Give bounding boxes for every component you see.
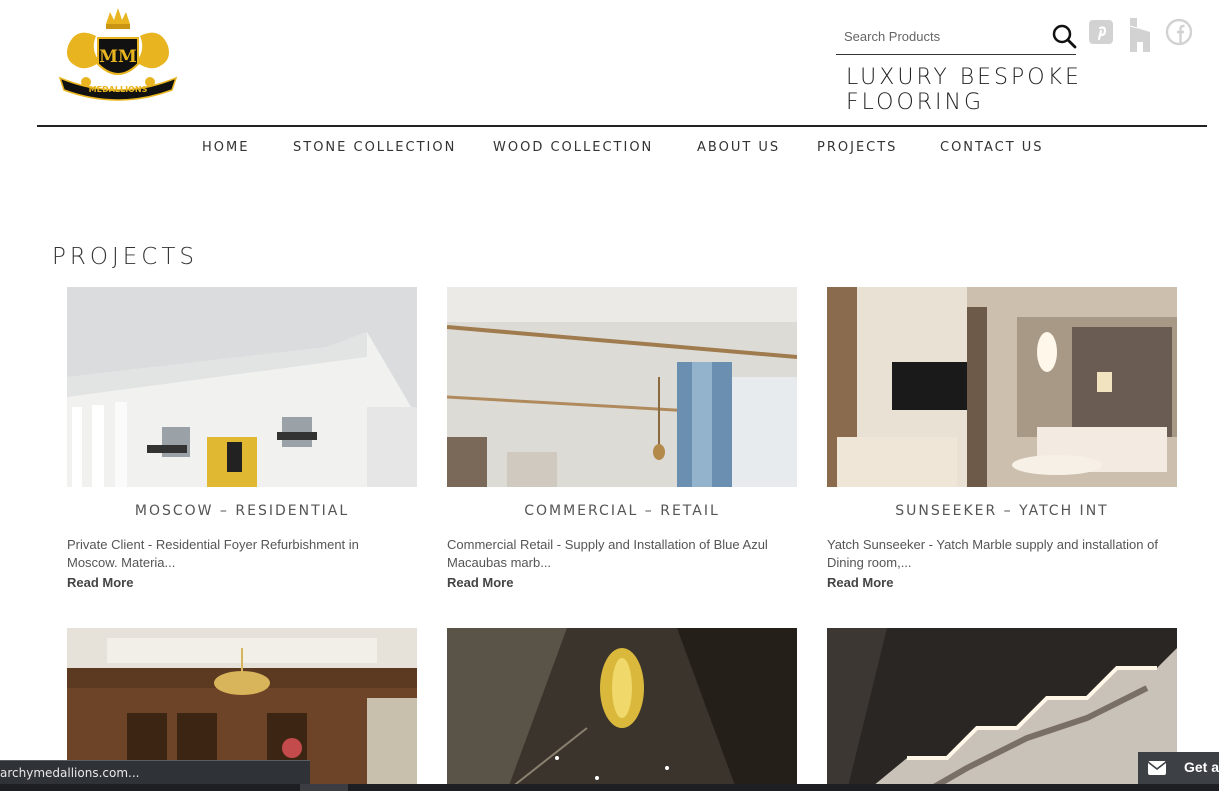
- project-image-marble-stairs[interactable]: [827, 628, 1177, 791]
- logo-banner-text: MEDALLIONS: [89, 85, 148, 94]
- pinterest-icon[interactable]: [1088, 18, 1114, 46]
- project-description: Private Client - Residential Foyer Refur…: [67, 537, 359, 570]
- search-icon[interactable]: [1050, 22, 1078, 50]
- site-tagline: LUXURY BESPOKE FLOORING: [846, 65, 1082, 115]
- project-title[interactable]: MOSCOW – RESIDENTIAL: [67, 503, 417, 519]
- project-card: [827, 628, 1177, 791]
- facebook-icon[interactable]: [1165, 18, 1193, 46]
- site-logo[interactable]: MM MEDALLIONS: [56, 6, 180, 106]
- page-title: PROJECTS: [52, 244, 198, 270]
- project-description: Commercial Retail - Supply and Installat…: [447, 537, 768, 570]
- project-image-commercial[interactable]: [447, 287, 797, 487]
- chat-button-label: Get a: [1184, 759, 1219, 775]
- project-image-chandelier-atrium[interactable]: [447, 628, 797, 791]
- chat-button[interactable]: Get a: [1138, 752, 1219, 784]
- project-card: [447, 628, 797, 791]
- nav-item-about-us[interactable]: ABOUT US: [697, 140, 780, 155]
- project-card: MOSCOW – RESIDENTIAL Private Client - Re…: [67, 287, 417, 590]
- project-image-sunseeker[interactable]: [827, 287, 1177, 487]
- read-more-link[interactable]: Read More: [67, 575, 417, 590]
- nav-item-stone-collection[interactable]: STONE COLLECTION: [293, 140, 456, 155]
- bottom-bar: [0, 784, 1219, 791]
- project-title[interactable]: SUNSEEKER – YATCH INT: [827, 503, 1177, 519]
- nav-item-contact-us[interactable]: CONTACT US: [940, 140, 1044, 155]
- project-card: SUNSEEKER – YATCH INT Yatch Sunseeker - …: [827, 287, 1177, 590]
- read-more-link[interactable]: Read More: [827, 575, 1177, 590]
- search-bar: [836, 18, 1078, 55]
- status-url: archymedallions.com...: [0, 766, 140, 780]
- read-more-link[interactable]: Read More: [447, 575, 797, 590]
- mail-icon: [1148, 761, 1166, 775]
- nav-item-home[interactable]: HOME: [202, 140, 249, 155]
- project-card: COMMERCIAL – RETAIL Commercial Retail - …: [447, 287, 797, 590]
- bottom-bar-tab: [300, 784, 348, 791]
- nav-item-projects[interactable]: PROJECTS: [817, 140, 897, 155]
- header-divider: [37, 125, 1207, 127]
- main-nav: HOME STONE COLLECTION WOOD COLLECTION AB…: [0, 140, 1219, 160]
- project-image-moscow[interactable]: [67, 287, 417, 487]
- nav-item-wood-collection[interactable]: WOOD COLLECTION: [493, 140, 653, 155]
- search-input[interactable]: [842, 25, 1046, 47]
- browser-status-bar: archymedallions.com...: [0, 760, 310, 785]
- houzz-icon[interactable]: [1127, 18, 1153, 52]
- logo-monogram: MM: [99, 47, 137, 67]
- project-title[interactable]: COMMERCIAL – RETAIL: [447, 503, 797, 519]
- project-description: Yatch Sunseeker - Yatch Marble supply an…: [827, 537, 1158, 570]
